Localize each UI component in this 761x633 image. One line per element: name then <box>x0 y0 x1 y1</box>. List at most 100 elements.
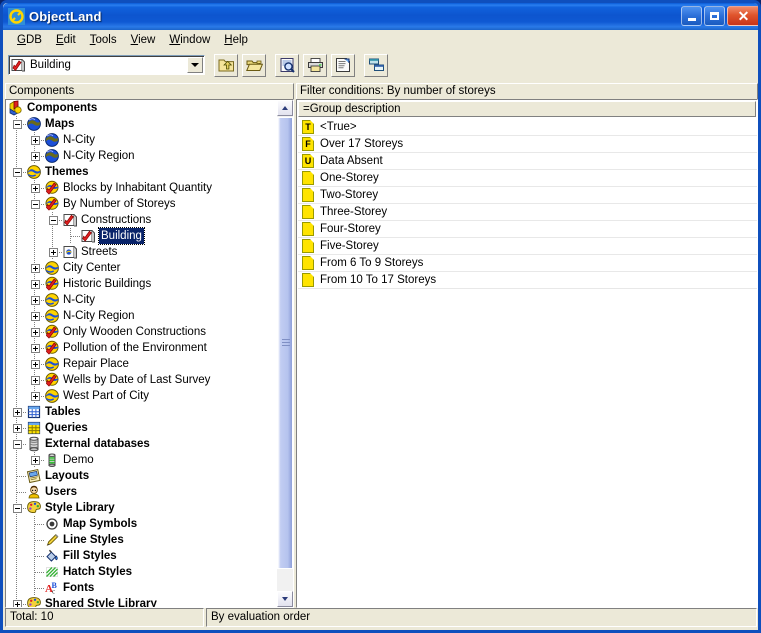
tree-expand-icon[interactable] <box>31 135 40 145</box>
tree-collapse-icon[interactable] <box>13 439 22 449</box>
print-button[interactable] <box>303 53 327 77</box>
filter-condition-row[interactable]: From 10 To 17 Storeys <box>298 272 757 289</box>
tree-item-tables[interactable]: Tables <box>6 404 278 420</box>
filter-condition-label: From 6 To 9 Storeys <box>320 257 424 269</box>
tree-item-fill-styles[interactable]: Fill Styles <box>6 548 278 564</box>
filter-condition-row[interactable]: Two-Storey <box>298 187 757 204</box>
menu-item-window[interactable]: Window <box>162 33 217 47</box>
filter-condition-row[interactable]: From 6 To 9 Storeys <box>298 255 757 272</box>
tree-expand-icon[interactable] <box>31 343 40 353</box>
tree-item-external-databases[interactable]: External databases <box>6 436 278 452</box>
tree-expand-icon[interactable] <box>31 151 40 161</box>
tree-expand-icon[interactable] <box>31 279 40 289</box>
component-combo-box[interactable]: Building <box>8 55 205 75</box>
filter-condition-row[interactable]: U Data Absent <box>298 153 757 170</box>
tree-expand-icon[interactable] <box>31 375 40 385</box>
tree-item-line-styles[interactable]: Line Styles <box>6 532 278 548</box>
tree-expand-icon[interactable] <box>31 327 40 337</box>
tree-expand-icon[interactable] <box>31 391 40 401</box>
go-up-folder-button[interactable] <box>214 53 238 77</box>
tree-collapse-icon[interactable] <box>13 119 22 129</box>
tree-item-blocks-by-inhabitant-quantity[interactable]: Blocks by Inhabitant Quantity <box>6 180 278 196</box>
scroll-up-button[interactable] <box>277 100 293 116</box>
tree-collapse-icon[interactable] <box>31 199 40 209</box>
tree-item-label: Tables <box>45 406 81 418</box>
tree-collapse-icon[interactable] <box>49 215 58 225</box>
tree-collapse-icon[interactable] <box>13 503 22 513</box>
filter-condition-row[interactable]: Five-Storey <box>298 238 757 255</box>
tree-expand-icon[interactable] <box>13 599 22 607</box>
components-tree[interactable]: Components Maps N-City N-City Region Themes B… <box>6 100 278 607</box>
tree-item-label: Maps <box>45 118 75 130</box>
menu-item-edit[interactable]: Edit <box>49 33 83 47</box>
tree-expand-icon[interactable] <box>31 295 40 305</box>
filter-condition-row[interactable]: Four-Storey <box>298 221 757 238</box>
tree-item-n-city-region[interactable]: N-City Region <box>6 148 278 164</box>
filter-condition-row[interactable]: T <True> <box>298 119 757 136</box>
maximize-button[interactable] <box>704 6 725 26</box>
scroll-down-button[interactable] <box>277 591 293 607</box>
tree-item-pollution-of-the-environment[interactable]: Pollution of the Environment <box>6 340 278 356</box>
tree-item-n-city[interactable]: N-City <box>6 292 278 308</box>
properties-button[interactable] <box>331 53 355 77</box>
tree-vertical-scrollbar[interactable] <box>277 100 293 607</box>
printer-icon <box>307 58 323 72</box>
tree-item-n-city-region[interactable]: N-City Region <box>6 308 278 324</box>
tree-item-by-number-of-storeys[interactable]: By Number of Storeys <box>6 196 278 212</box>
tree-item-style-library[interactable]: Style Library <box>6 500 278 516</box>
tree-item-west-part-of-city[interactable]: West Part of City <box>6 388 278 404</box>
tree-item-city-center[interactable]: City Center <box>6 260 278 276</box>
tree-expand-icon[interactable] <box>49 247 58 257</box>
tree-expand-icon[interactable] <box>31 311 40 321</box>
scrollbar-thumb[interactable] <box>277 117 293 569</box>
tree-expand-icon[interactable] <box>13 407 22 417</box>
tree-item-maps[interactable]: Maps <box>6 116 278 132</box>
tree-item-users[interactable]: Users <box>6 484 278 500</box>
tree-guide-line <box>16 388 17 404</box>
menu-item-tools[interactable]: Tools <box>83 33 124 47</box>
preview-button[interactable] <box>275 53 299 77</box>
minimize-button[interactable] <box>681 6 702 26</box>
close-button[interactable]: ✕ <box>727 6 758 26</box>
filter-condition-row[interactable]: Three-Storey <box>298 204 757 221</box>
filter-condition-row[interactable]: F Over 17 Storeys <box>298 136 757 153</box>
tree-item-building[interactable]: Building <box>6 227 278 245</box>
tree-item-label: Pollution of the Environment <box>63 342 207 354</box>
tree-item-queries[interactable]: Queries <box>6 420 278 436</box>
menu-item-gdb[interactable]: GDB <box>10 33 49 47</box>
note-letter: U <box>304 155 312 166</box>
tree-expand-icon[interactable] <box>31 359 40 369</box>
tree-guide-line <box>35 556 44 557</box>
tree-item-components[interactable]: Components <box>6 100 278 116</box>
group-description-column-header[interactable]: =Group description <box>298 101 756 117</box>
tree-expand-icon[interactable] <box>13 423 22 433</box>
tree-expand-icon[interactable] <box>31 455 40 465</box>
menu-item-help[interactable]: Help <box>217 33 255 47</box>
tree-item-constructions[interactable]: Constructions <box>6 212 278 228</box>
tree-guide-line <box>16 516 17 532</box>
tree-item-shared-style-library[interactable]: Shared Style Library <box>6 596 278 607</box>
chevron-down-icon[interactable] <box>187 57 203 73</box>
tree-item-streets[interactable]: Streets <box>6 244 278 260</box>
tree-item-themes[interactable]: Themes <box>6 164 278 180</box>
tree-item-layouts[interactable]: Layouts <box>6 468 278 484</box>
open-folder-button[interactable] <box>242 53 266 77</box>
menu-item-view[interactable]: View <box>124 33 163 47</box>
filter-conditions-list[interactable]: T <True> F Over 17 Storeys U Data Absent One-S… <box>298 119 757 289</box>
tree-item-historic-buildings[interactable]: Historic Buildings <box>6 276 278 292</box>
tree-item-demo[interactable]: Demo <box>6 452 278 468</box>
arrange-button[interactable] <box>364 53 388 77</box>
tree-item-fonts[interactable]: A Bc Fonts <box>6 580 278 596</box>
tree-item-map-symbols[interactable]: Map Symbols <box>6 516 278 532</box>
tree-collapse-icon[interactable] <box>13 167 22 177</box>
tree-item-only-wooden-constructions[interactable]: Only Wooden Constructions <box>6 324 278 340</box>
tree-item-repair-place[interactable]: Repair Place <box>6 356 278 372</box>
tree-item-wells-by-date-of-last-survey[interactable]: Wells by Date of Last Survey <box>6 372 278 388</box>
tree-item-hatch-styles[interactable]: Hatch Styles <box>6 564 278 580</box>
filter-condition-row[interactable]: One-Storey <box>298 170 757 187</box>
tree-item-label: Only Wooden Constructions <box>63 326 206 338</box>
tree-item-n-city[interactable]: N-City <box>6 132 278 148</box>
note-icon <box>302 239 315 253</box>
tree-expand-icon[interactable] <box>31 183 40 193</box>
tree-expand-icon[interactable] <box>31 263 40 273</box>
